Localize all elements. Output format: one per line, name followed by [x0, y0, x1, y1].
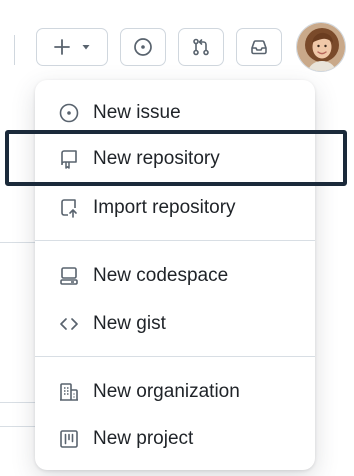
menu-item-new-gist[interactable]: New gist	[35, 302, 315, 346]
menu-item-label: New issue	[93, 102, 181, 123]
menu-item-new-organization[interactable]: New organization	[35, 370, 315, 414]
menu-item-label: Import repository	[93, 197, 236, 218]
inbox-icon	[249, 37, 269, 57]
page-divider	[0, 426, 36, 427]
inbox-button[interactable]	[236, 28, 282, 66]
menu-item-label: New organization	[93, 381, 240, 402]
project-icon	[57, 427, 81, 451]
menu-item-new-issue[interactable]: New issue	[35, 91, 315, 135]
git-pull-request-icon	[191, 37, 211, 57]
page-divider	[0, 402, 36, 403]
pull-requests-button[interactable]	[178, 28, 224, 66]
create-new-button[interactable]	[36, 28, 108, 66]
menu-divider	[35, 356, 315, 357]
issues-button[interactable]	[120, 28, 166, 66]
menu-item-label: New gist	[93, 313, 166, 334]
menu-divider	[35, 240, 315, 241]
repo-push-icon	[57, 196, 81, 220]
header-divider	[14, 35, 15, 65]
plus-icon	[53, 38, 71, 56]
menu-item-label: New codespace	[93, 265, 229, 286]
codespaces-icon	[57, 264, 81, 288]
page-divider	[0, 242, 36, 243]
menu-item-import-repository[interactable]: Import repository	[35, 186, 315, 230]
code-icon	[57, 312, 81, 336]
avatar[interactable]	[296, 22, 346, 72]
highlight-box	[5, 130, 347, 186]
menu-item-new-project[interactable]: New project	[35, 417, 315, 461]
organization-icon	[57, 380, 81, 404]
menu-item-new-codespace[interactable]: New codespace	[35, 254, 315, 298]
triangle-down-icon	[81, 42, 91, 52]
issue-opened-icon	[57, 101, 81, 125]
menu-item-label: New project	[93, 428, 194, 449]
issue-opened-icon	[133, 37, 153, 57]
